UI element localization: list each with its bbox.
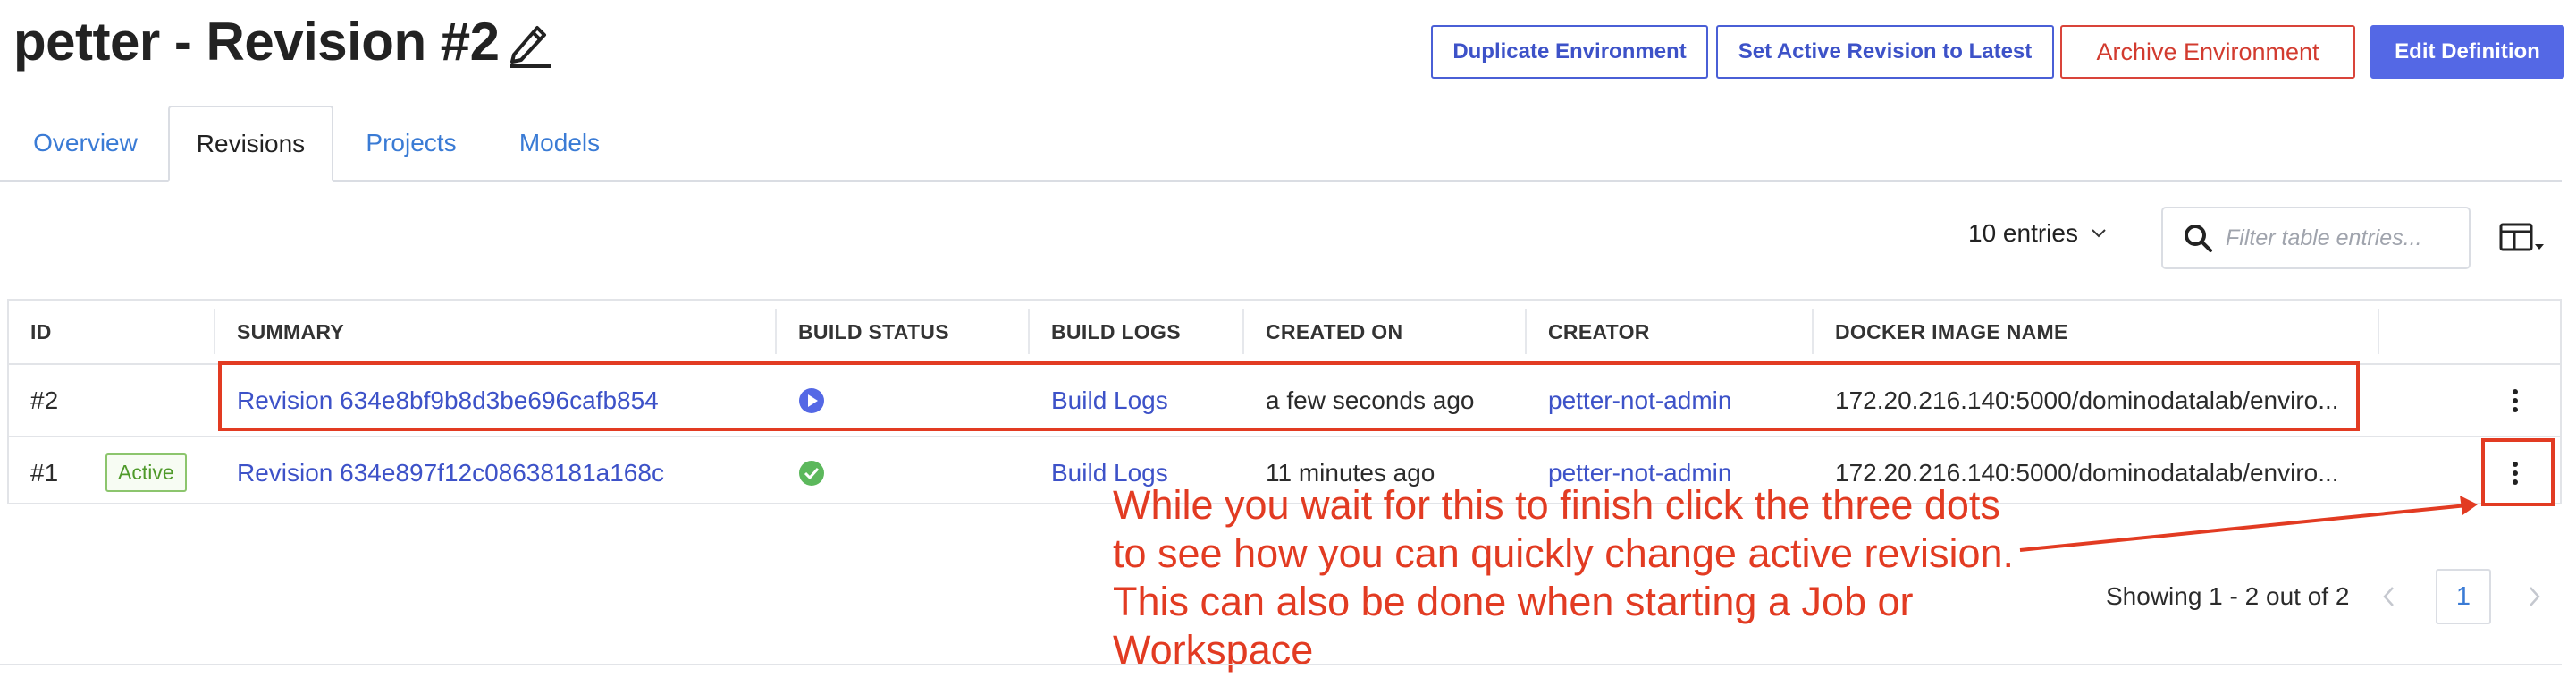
filter-input[interactable] [2224,224,2469,252]
column-divider [1812,309,1814,354]
header-build-status: BUILD STATUS [798,319,949,343]
annotation-line: to see how you can quickly change active… [1113,530,2015,576]
highlight-row-box [218,361,2360,431]
page-number-button[interactable]: 1 [2436,569,2491,624]
column-divider [1242,309,1244,354]
entries-label: 10 entries [1968,219,2078,247]
tab-projects[interactable]: Projects [340,106,483,180]
duplicate-environment-button[interactable]: Duplicate Environment [1431,25,1708,79]
column-divider [214,309,215,354]
tab-overview[interactable]: Overview [7,106,164,180]
annotation-note: While you wait for this to finish click … [1113,481,2042,674]
active-badge: Active [105,453,187,492]
tab-models[interactable]: Models [490,106,629,180]
column-divider [1028,309,1030,354]
row-id: #1 [30,458,59,487]
tab-revisions[interactable]: Revisions [168,106,333,182]
more-vertical-icon [2513,388,2518,412]
showing-count: Showing 1 - 2 out of 2 [2106,582,2350,610]
chevron-down-icon [2092,229,2106,238]
check-circle-icon [799,460,824,486]
page-header: petter - Revision #2 [13,11,555,72]
revision-summary-link[interactable]: Revision 634e897f12c08638181a168c [237,437,664,508]
page-title: petter - Revision #2 [13,12,500,72]
header-summary: SUMMARY [237,319,345,343]
header-created-on: CREATED ON [1266,319,1403,343]
tab-bar: Overview Revisions Projects Models [0,106,2562,182]
set-active-revision-button[interactable]: Set Active Revision to Latest [1716,25,2054,79]
archive-environment-button[interactable]: Archive Environment [2060,25,2355,79]
divider [0,664,2562,665]
entries-select[interactable]: 10 entries [1968,219,2107,248]
table-header: ID SUMMARY BUILD STATUS BUILD LOGS CREAT… [9,301,2560,365]
annotation-line: Workspace [1113,627,1314,673]
pencil-icon[interactable] [505,15,555,69]
chevron-left-icon[interactable] [2378,581,2399,612]
annotation-line: This can also be done when starting a Jo… [1113,579,1914,624]
column-settings-icon[interactable] [2499,221,2546,255]
edit-definition-button[interactable]: Edit Definition [2370,25,2564,79]
row-id: #2 [30,386,59,414]
chevron-right-icon[interactable] [2524,581,2546,612]
annotation-arrow-icon [2019,496,2478,552]
annotation-line: While you wait for this to finish click … [1113,482,2000,528]
column-divider [775,309,777,354]
search-icon [2185,225,2212,252]
column-divider [1525,309,1527,354]
header-id: ID [30,319,52,343]
header-creator: CREATOR [1548,319,1650,343]
build-status [798,437,825,508]
header-build-logs: BUILD LOGS [1051,319,1181,343]
header-docker-image: DOCKER IMAGE NAME [1835,319,2068,343]
filter-box[interactable] [2161,207,2471,269]
row-actions-button[interactable] [2512,365,2519,436]
column-divider [2378,309,2379,354]
active-badge-cell: Active [105,437,187,508]
